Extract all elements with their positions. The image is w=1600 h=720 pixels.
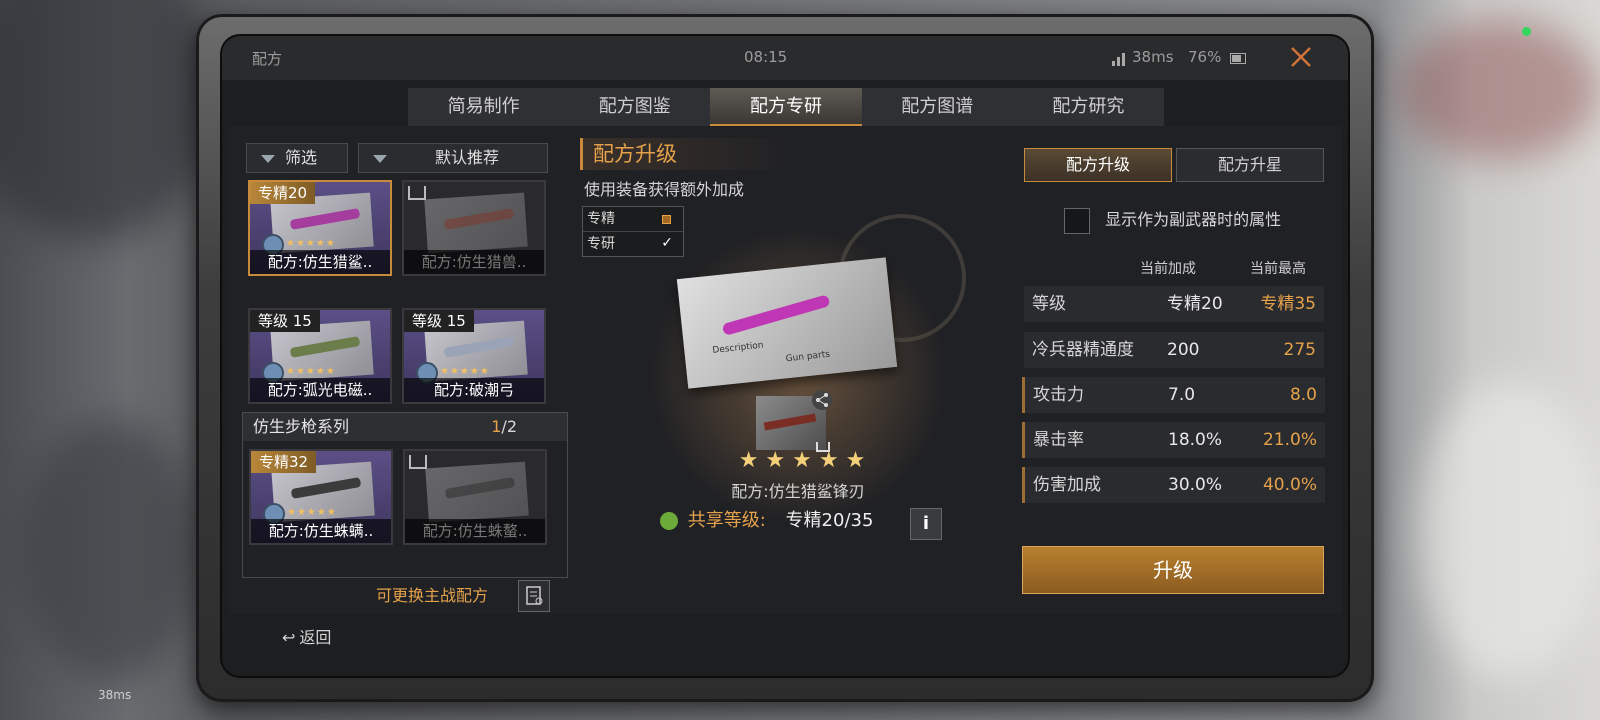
battery-icon bbox=[1230, 53, 1246, 64]
recipe-card-label: 配方:仿生蛛螯.. bbox=[405, 519, 545, 543]
triangle-down-icon bbox=[261, 154, 275, 163]
stat-row-level: 等级 专精20 专精35 bbox=[1024, 286, 1324, 322]
orange-square-icon bbox=[662, 215, 671, 224]
recipe-card-label: 配方:仿生猎鲨.. bbox=[250, 250, 390, 274]
upgrade-button[interactable]: 升级 bbox=[1022, 546, 1324, 594]
level-badge: 专精20 bbox=[250, 182, 316, 204]
stat-row-crit: 暴击率 18.0% 21.0% bbox=[1022, 422, 1325, 458]
sort-dropdown[interactable]: 默认推荐 bbox=[358, 143, 548, 173]
back-arrow-icon: ↩ bbox=[282, 628, 296, 647]
content-panel: 筛选 默认推荐 专精20 ★★★★★ 配方:仿生猎鲨.. 配方:仿生猎兽.. 等… bbox=[228, 126, 1342, 614]
swap-label: 可更换主战配方 bbox=[376, 586, 489, 605]
recipe-card-label: 配方:仿生猎兽.. bbox=[404, 250, 544, 274]
share-icon[interactable] bbox=[812, 390, 832, 410]
checkbox[interactable] bbox=[1064, 207, 1090, 234]
stat-row-attack: 攻击力 7.0 8.0 bbox=[1022, 377, 1325, 413]
sort-label: 默认推荐 bbox=[435, 148, 500, 167]
lock-icon bbox=[409, 455, 427, 469]
tab-recipe-atlas[interactable]: 配方图谱 bbox=[862, 88, 1013, 126]
swap-main-recipe[interactable]: 可更换主战配方 bbox=[376, 582, 488, 606]
clock: 08:15 bbox=[744, 48, 788, 66]
share-level-value: 专精20/35 bbox=[785, 510, 874, 531]
series-count: 1/2 bbox=[491, 417, 517, 436]
tab-recipe-specialize[interactable]: 配方专研 bbox=[710, 88, 862, 126]
level-badge: 等级 15 bbox=[250, 310, 320, 332]
series-group: 仿生步枪系列 1/2 专精32 ★★★★★ 配方:仿生蛛螨.. 配方:仿生蛛螯.… bbox=[242, 412, 568, 578]
back-button[interactable]: ↩ 返回 bbox=[282, 624, 331, 652]
battery-text: 76% bbox=[1188, 48, 1222, 66]
star-rating: ★★★★★ bbox=[287, 507, 337, 518]
window-title: 配方 bbox=[252, 50, 283, 68]
secondary-weapon-checkbox[interactable]: 显示作为副武器时的属性 bbox=[1064, 206, 1281, 234]
item-name: 配方:仿生猎鲨锋刃 bbox=[731, 482, 865, 501]
series-name: 仿生步枪系列 bbox=[253, 417, 350, 436]
stat-row-mastery: 冷兵器精通度 200 275 bbox=[1024, 332, 1324, 368]
tab-recipe-guide[interactable]: 配方图鉴 bbox=[559, 88, 710, 126]
ping-text: 38ms bbox=[1132, 48, 1174, 66]
recipe-card[interactable]: 等级 15 ★★★★★ 配方:弧光电磁.. bbox=[248, 308, 392, 404]
tab-recipe-research[interactable]: 配方研究 bbox=[1013, 88, 1164, 126]
filter-label: 筛选 bbox=[285, 148, 318, 167]
tab-upgrade[interactable]: 配方升级 bbox=[1024, 148, 1172, 182]
section-title: 配方升级 bbox=[580, 138, 793, 170]
recipe-card[interactable]: 配方:仿生蛛螯.. bbox=[403, 449, 547, 545]
recipe-card-label: 配方:仿生蛛螨.. bbox=[251, 519, 391, 543]
checkbox-label: 显示作为副武器时的属性 bbox=[1105, 210, 1282, 229]
recipe-card-label: 配方:破潮弓 bbox=[404, 378, 544, 402]
checkmark-icon: ✓ bbox=[661, 235, 673, 251]
recipe-card[interactable]: 等级 15 ★★★★★ 配方:破潮弓 bbox=[402, 308, 546, 404]
share-level-label: 共享等级: bbox=[687, 510, 766, 531]
bottom-ping: 38ms bbox=[98, 688, 132, 702]
tab-star-up[interactable]: 配方升星 bbox=[1176, 148, 1324, 182]
triangle-down-icon bbox=[373, 154, 387, 163]
level-badge: 等级 15 bbox=[404, 310, 474, 332]
recipe-card[interactable]: 专精20 ★★★★★ 配方:仿生猎鲨.. bbox=[248, 180, 392, 276]
star-rating: ★★★★★ bbox=[440, 366, 490, 377]
back-label: 返回 bbox=[299, 628, 332, 647]
filter-dropdown[interactable]: 筛选 bbox=[246, 143, 348, 173]
lock-icon bbox=[408, 186, 426, 200]
star-rating: ★★★★★ bbox=[286, 238, 336, 249]
mode-research[interactable]: 专研 ✓ bbox=[583, 232, 683, 256]
share-icon bbox=[660, 512, 678, 530]
section-subtitle: 使用装备获得额外加成 bbox=[584, 180, 745, 199]
clipboard-icon[interactable] bbox=[518, 580, 550, 612]
game-window: 配方 08:15 38ms 76% 简易制作 配方图鉴 配方专研 配方图谱 配方… bbox=[222, 36, 1348, 676]
weapon-thumbnail bbox=[756, 390, 832, 452]
info-icon[interactable]: i bbox=[910, 508, 942, 540]
main-tabs: 简易制作 配方图鉴 配方专研 配方图谱 配方研究 bbox=[408, 88, 1164, 126]
item-stars: ★ ★ ★ ★ ★ bbox=[738, 448, 866, 473]
top-status-bar: 配方 08:15 38ms 76% bbox=[222, 36, 1348, 80]
recipe-blueprint-image: Description Gun parts bbox=[676, 257, 898, 389]
recipe-card[interactable]: 专精32 ★★★★★ 配方:仿生蛛螨.. bbox=[249, 449, 393, 545]
series-header: 仿生步枪系列 1/2 bbox=[243, 413, 567, 441]
tab-simple-craft[interactable]: 简易制作 bbox=[408, 88, 559, 126]
recipe-card-label: 配方:弧光电磁.. bbox=[250, 378, 390, 402]
stat-row-damage: 伤害加成 30.0% 40.0% bbox=[1022, 467, 1325, 503]
signal-icon bbox=[1112, 51, 1128, 66]
close-icon[interactable] bbox=[1288, 44, 1314, 70]
mode-specialize[interactable]: 专精 bbox=[583, 207, 683, 232]
share-level-row: 共享等级: 专精20/35 bbox=[660, 506, 873, 536]
status-dot bbox=[1522, 27, 1531, 36]
mode-checklist: 专精 专研 ✓ bbox=[582, 206, 684, 257]
col-current-header: 当前加成 bbox=[1140, 261, 1196, 277]
star-rating: ★★★★★ bbox=[286, 366, 336, 377]
recipe-card[interactable]: 配方:仿生猎兽.. bbox=[402, 180, 546, 276]
col-max-header: 当前最高 bbox=[1250, 261, 1306, 277]
level-badge: 专精32 bbox=[251, 451, 317, 473]
